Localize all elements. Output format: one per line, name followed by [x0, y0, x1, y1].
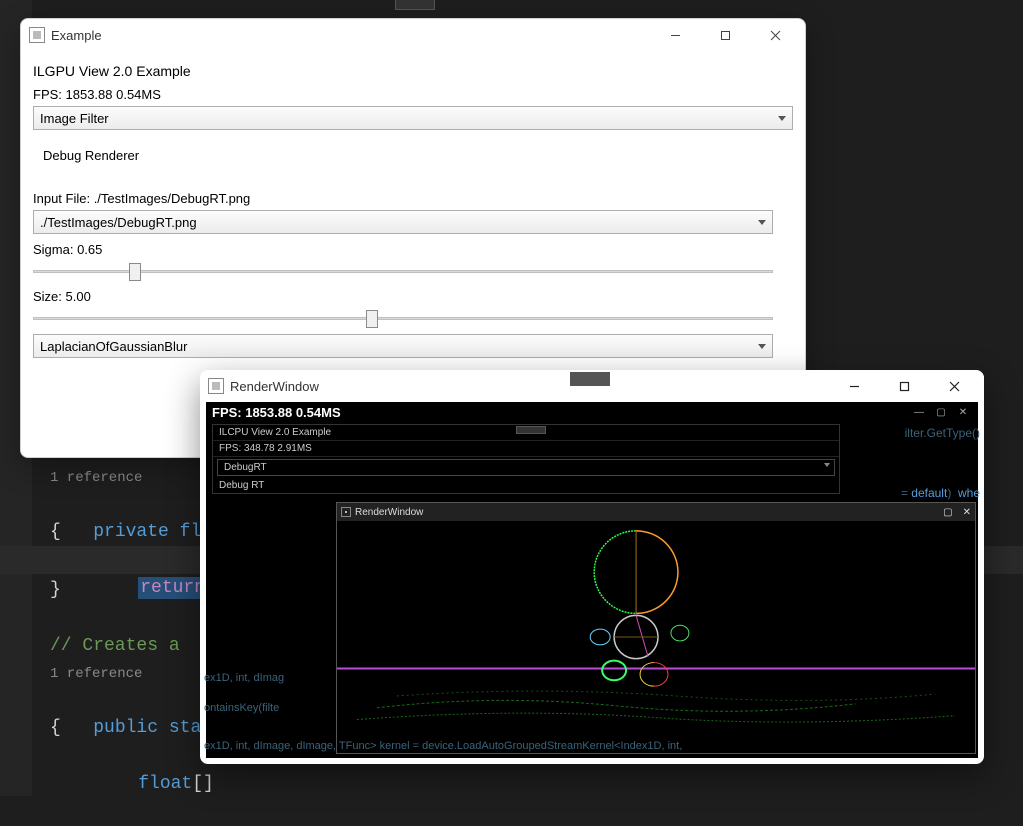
window-title: Example	[51, 28, 647, 43]
renderer-label: Debug Renderer	[43, 148, 793, 163]
maximize-button[interactable]	[703, 21, 747, 49]
size-label: Size: 5.00	[33, 289, 793, 304]
nested-title: RenderWindow	[355, 507, 423, 518]
inner-fps: FPS: 348.78 2.91MS	[213, 441, 839, 457]
close-button[interactable]	[753, 21, 797, 49]
inner-heading: ILCPU View 2.0 Example	[213, 425, 839, 441]
codelens-references[interactable]: 1 reference	[50, 660, 142, 688]
render-window: RenderWindow FPS: 1853.88 0.54MS — ▢ ✕ i…	[200, 370, 984, 764]
sigma-label: Sigma: 0.65	[33, 242, 793, 257]
minimize-button[interactable]	[832, 372, 876, 400]
nested-render-window: RenderWindow ▢ ✕ FPS: 348.78 2.91MS	[336, 502, 976, 754]
minimize-button[interactable]	[653, 21, 697, 49]
render-fps: FPS: 1853.88 0.54MS	[212, 405, 341, 420]
nested-maximize-icon[interactable]: ▢	[943, 507, 952, 518]
input-file-combo[interactable]: ./TestImages/DebugRT.png	[33, 210, 773, 234]
example-titlebar[interactable]: Example	[21, 19, 805, 51]
window-title: RenderWindow	[230, 379, 826, 394]
kernel-combo[interactable]: LaplacianOfGaussianBlur	[33, 334, 773, 358]
nested-close-icon[interactable]: ✕	[963, 507, 971, 518]
inner-maximize-icon[interactable]: ▢	[934, 406, 948, 418]
inner-minimize-icon[interactable]: —	[912, 406, 926, 418]
inner-combo[interactable]: DebugRT	[224, 462, 267, 473]
inner-close-icon[interactable]: ✕	[956, 406, 970, 418]
app-heading: ILGPU View 2.0 Example	[33, 63, 793, 79]
app-icon	[29, 27, 45, 43]
nested-titlebar[interactable]: RenderWindow ▢ ✕	[337, 503, 975, 521]
app-icon	[208, 378, 224, 394]
maximize-button[interactable]	[882, 372, 926, 400]
sigma-slider[interactable]	[33, 261, 773, 281]
app-icon	[341, 507, 351, 517]
filter-combo[interactable]: Image Filter	[33, 106, 793, 130]
size-slider[interactable]	[33, 308, 773, 328]
edge-detection-output	[337, 521, 975, 753]
render-canvas: FPS: 1853.88 0.54MS — ▢ ✕ ilter.GetType(…	[206, 402, 978, 758]
inner-example-panel: ILCPU View 2.0 Example FPS: 348.78 2.91M…	[212, 424, 840, 494]
inner-renderer: Debug RT	[213, 478, 839, 493]
close-button[interactable]	[932, 372, 976, 400]
fps-label: FPS: 1853.88 0.54MS	[33, 87, 793, 102]
input-file-label: Input File: ./TestImages/DebugRT.png	[33, 191, 793, 206]
codelens-references[interactable]: 1 reference	[50, 464, 142, 492]
editor-tab-marker	[570, 372, 610, 386]
